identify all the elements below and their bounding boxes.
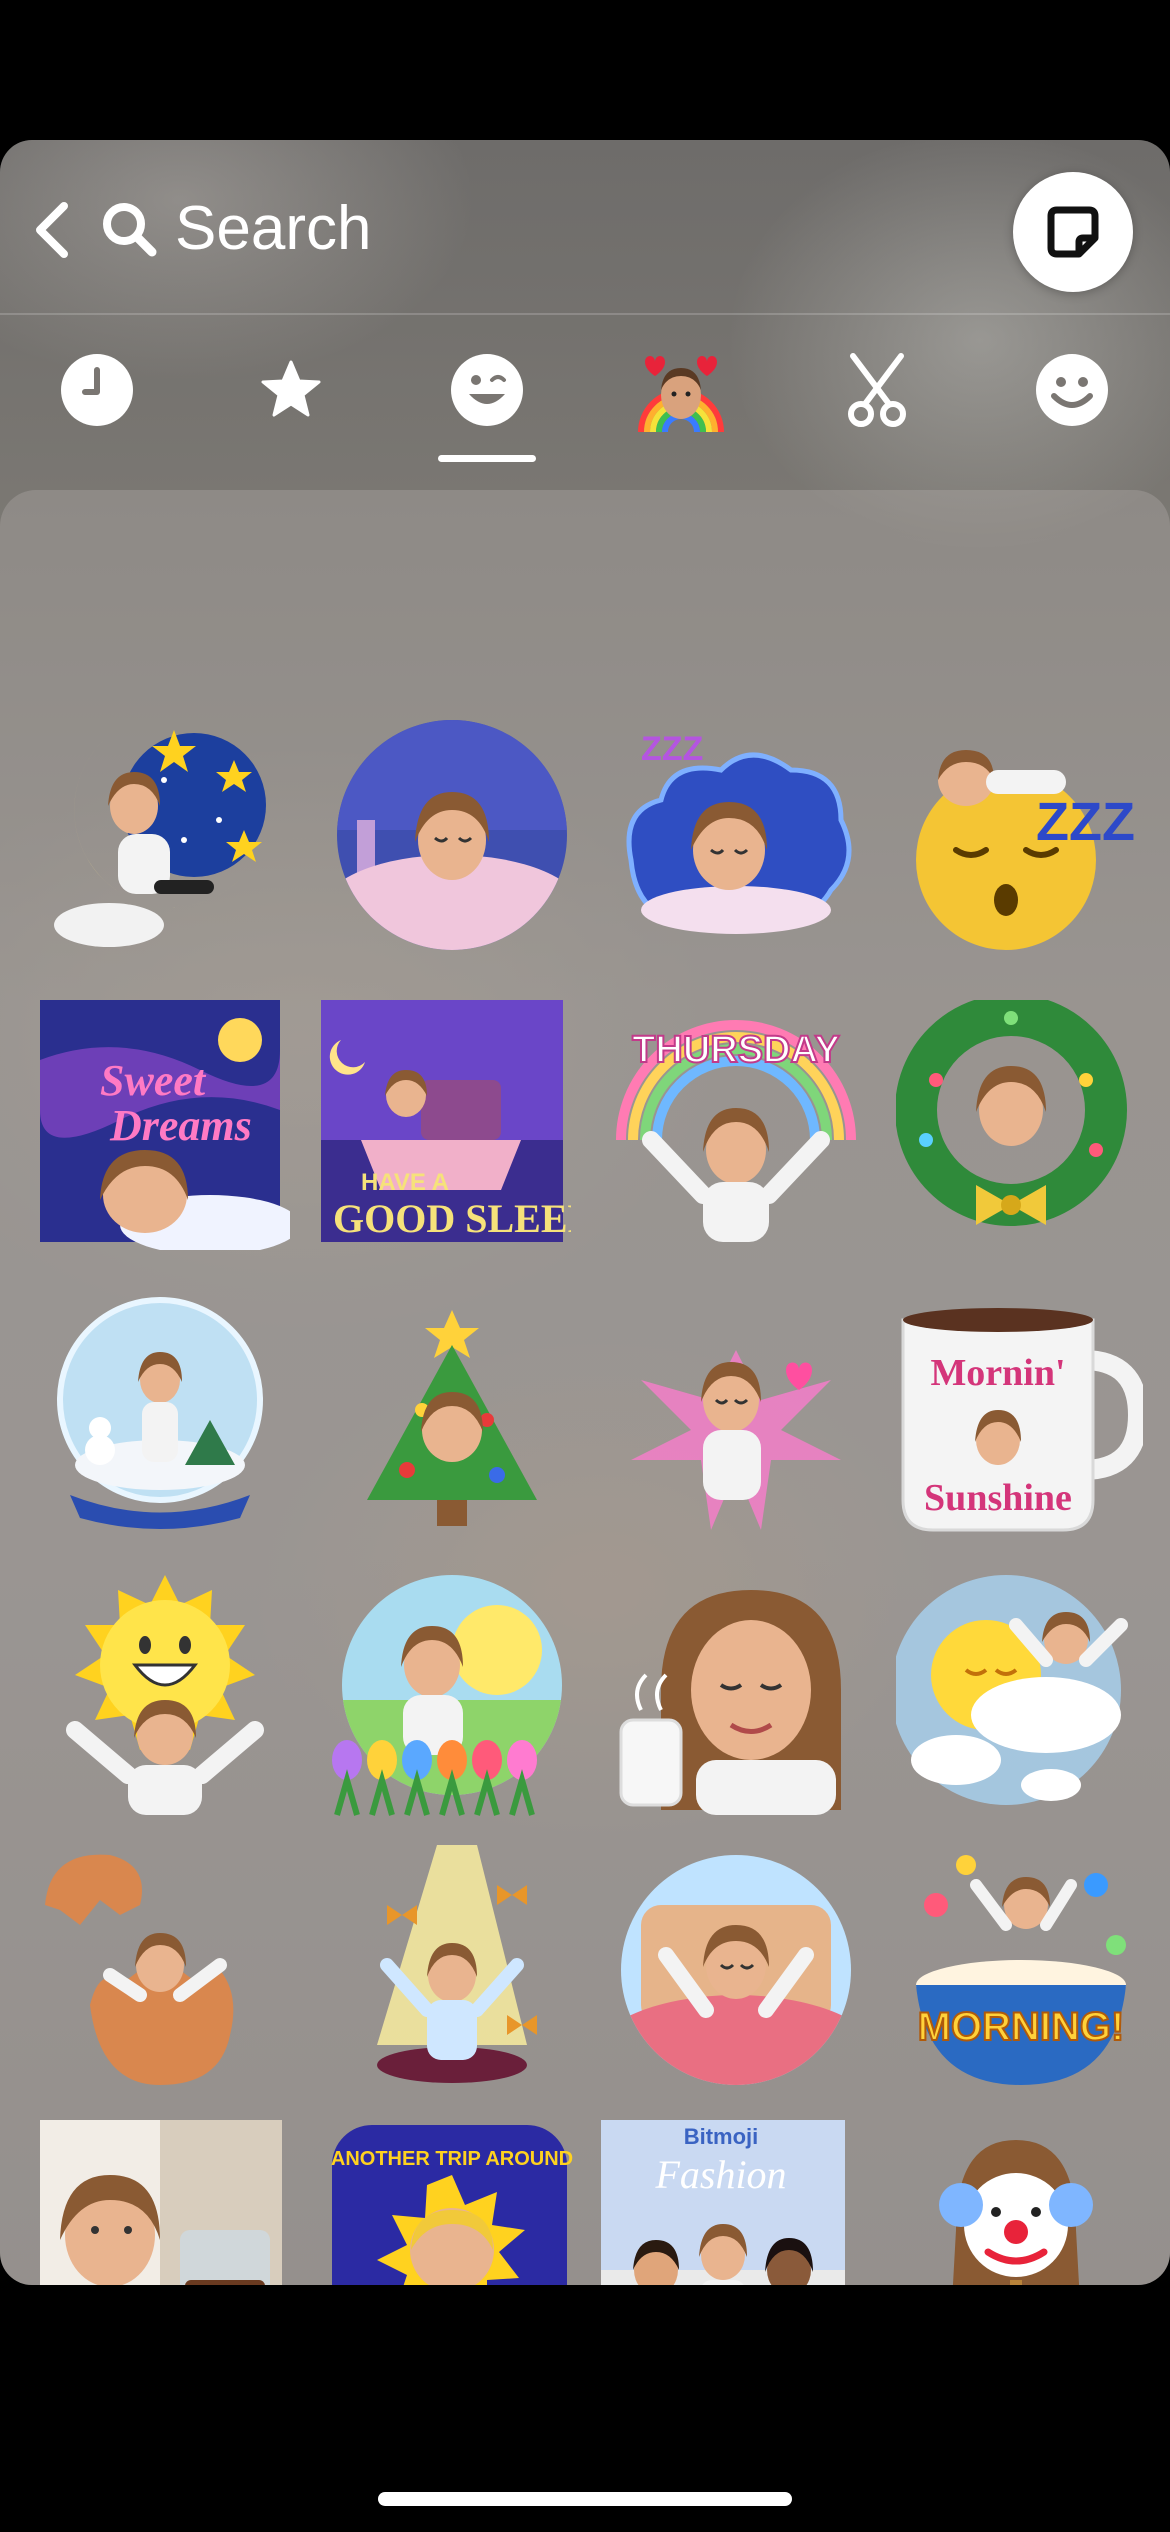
svg-text:Sweet: Sweet (100, 1056, 207, 1105)
tab-bitmoji[interactable] (412, 315, 562, 465)
tab-cutouts[interactable] (802, 315, 952, 465)
sticker-sleepy-emoji-zzz[interactable]: ZZZ (896, 710, 1146, 960)
search-input[interactable]: Search (175, 194, 371, 264)
sticker-egg-hatch[interactable] (40, 1845, 290, 2095)
tab-recents[interactable] (22, 315, 172, 465)
sticker-light-beam-butterflies[interactable] (327, 1845, 577, 2095)
avatar-hearts-icon (638, 356, 724, 433)
sticker-coffee-maker[interactable] (40, 2120, 290, 2285)
sticker-sun-clouds[interactable] (896, 1570, 1146, 1820)
category-tabs (0, 315, 1170, 465)
bitmoji-face-icon (451, 354, 523, 426)
sticker-christmas-tree[interactable] (327, 1290, 577, 1540)
sticker-cereal-morning[interactable]: MORNING! (896, 1845, 1146, 2095)
sticker-pink-burst[interactable] (611, 1290, 861, 1540)
sticker-thursday-rainbow[interactable]: THURSDAY (611, 1000, 861, 1250)
sticker-picker-panel: Search ZZZ ZZZ Sweet Dreams HAVE A GOOD … (0, 140, 1170, 2285)
sticker-mornin-sunshine-mug[interactable]: Mornin' Sunshine (893, 1290, 1143, 1540)
back-chevron-icon[interactable] (30, 198, 74, 262)
search-icon[interactable] (100, 200, 158, 258)
sticker-coffee-face[interactable] (611, 1570, 861, 1820)
sticker-holiday-wreath[interactable] (896, 1000, 1146, 1250)
svg-text:Dreams: Dreams (109, 1101, 252, 1150)
sticker-grid-area: ZZZ ZZZ Sweet Dreams HAVE A GOOD SLEEP T… (0, 490, 1170, 2285)
sticker-bed-wake-circle[interactable] (611, 1845, 861, 2095)
sticker-tulips-morning[interactable] (327, 1570, 577, 1820)
sticker-grid: ZZZ ZZZ Sweet Dreams HAVE A GOOD SLEEP T… (0, 490, 1170, 2285)
scissors-icon (848, 353, 906, 427)
status-bar-area (0, 0, 1170, 140)
smiley-icon (1036, 354, 1108, 426)
svg-text:ZZZ: ZZZ (1036, 792, 1135, 852)
svg-text:THURSDAY: THURSDAY (632, 1029, 840, 1071)
svg-text:Bitmoji: Bitmoji (684, 2124, 759, 2149)
sticker-trip-around-sun[interactable]: ANOTHER TRIP AROUND THE SUN! (327, 2120, 577, 2285)
svg-text:ANOTHER TRIP AROUND: ANOTHER TRIP AROUND (331, 2148, 573, 2170)
star-icon (261, 360, 321, 417)
svg-text:Fashion: Fashion (654, 2152, 786, 2197)
svg-text:HAVE A: HAVE A (361, 1169, 449, 1196)
svg-text:GOOD SLEEP: GOOD SLEEP (333, 1196, 571, 1241)
home-indicator[interactable] (378, 2492, 792, 2506)
svg-text:Mornin': Mornin' (930, 1352, 1065, 1394)
svg-text:Sunshine: Sunshine (924, 1477, 1072, 1519)
sticker-clown-earmuffs[interactable] (896, 2120, 1146, 2285)
sticker-moon-stars[interactable] (34, 710, 284, 960)
tab-emoji[interactable] (997, 315, 1147, 465)
tab-friendmoji[interactable] (606, 315, 756, 465)
selected-tab-indicator (438, 455, 536, 462)
sticker-bed-night-circle[interactable] (327, 710, 577, 960)
tab-favorites[interactable] (216, 315, 366, 465)
sticker-good-sleep-card[interactable]: HAVE A GOOD SLEEP (321, 1000, 571, 1250)
clock-icon (61, 354, 133, 426)
sticker-sweet-dreams-card[interactable]: Sweet Dreams (40, 1000, 290, 1250)
search-bar: Search (0, 140, 1170, 315)
sticker-snow-globe[interactable] (40, 1290, 290, 1540)
svg-text:ZZZ: ZZZ (641, 730, 703, 768)
svg-text:MORNING!: MORNING! (918, 2005, 1125, 2049)
sticker-bitmoji-fashion[interactable]: Bitmoji Fashion NEW ARRIVALS (601, 2120, 851, 2285)
sticker-sleeping-cloud-zzz[interactable]: ZZZ (611, 710, 861, 960)
sticker-maker-button[interactable] (1013, 172, 1133, 292)
sticker-sun-smile-arms[interactable] (40, 1570, 290, 1820)
sticker-icon (1047, 206, 1099, 258)
